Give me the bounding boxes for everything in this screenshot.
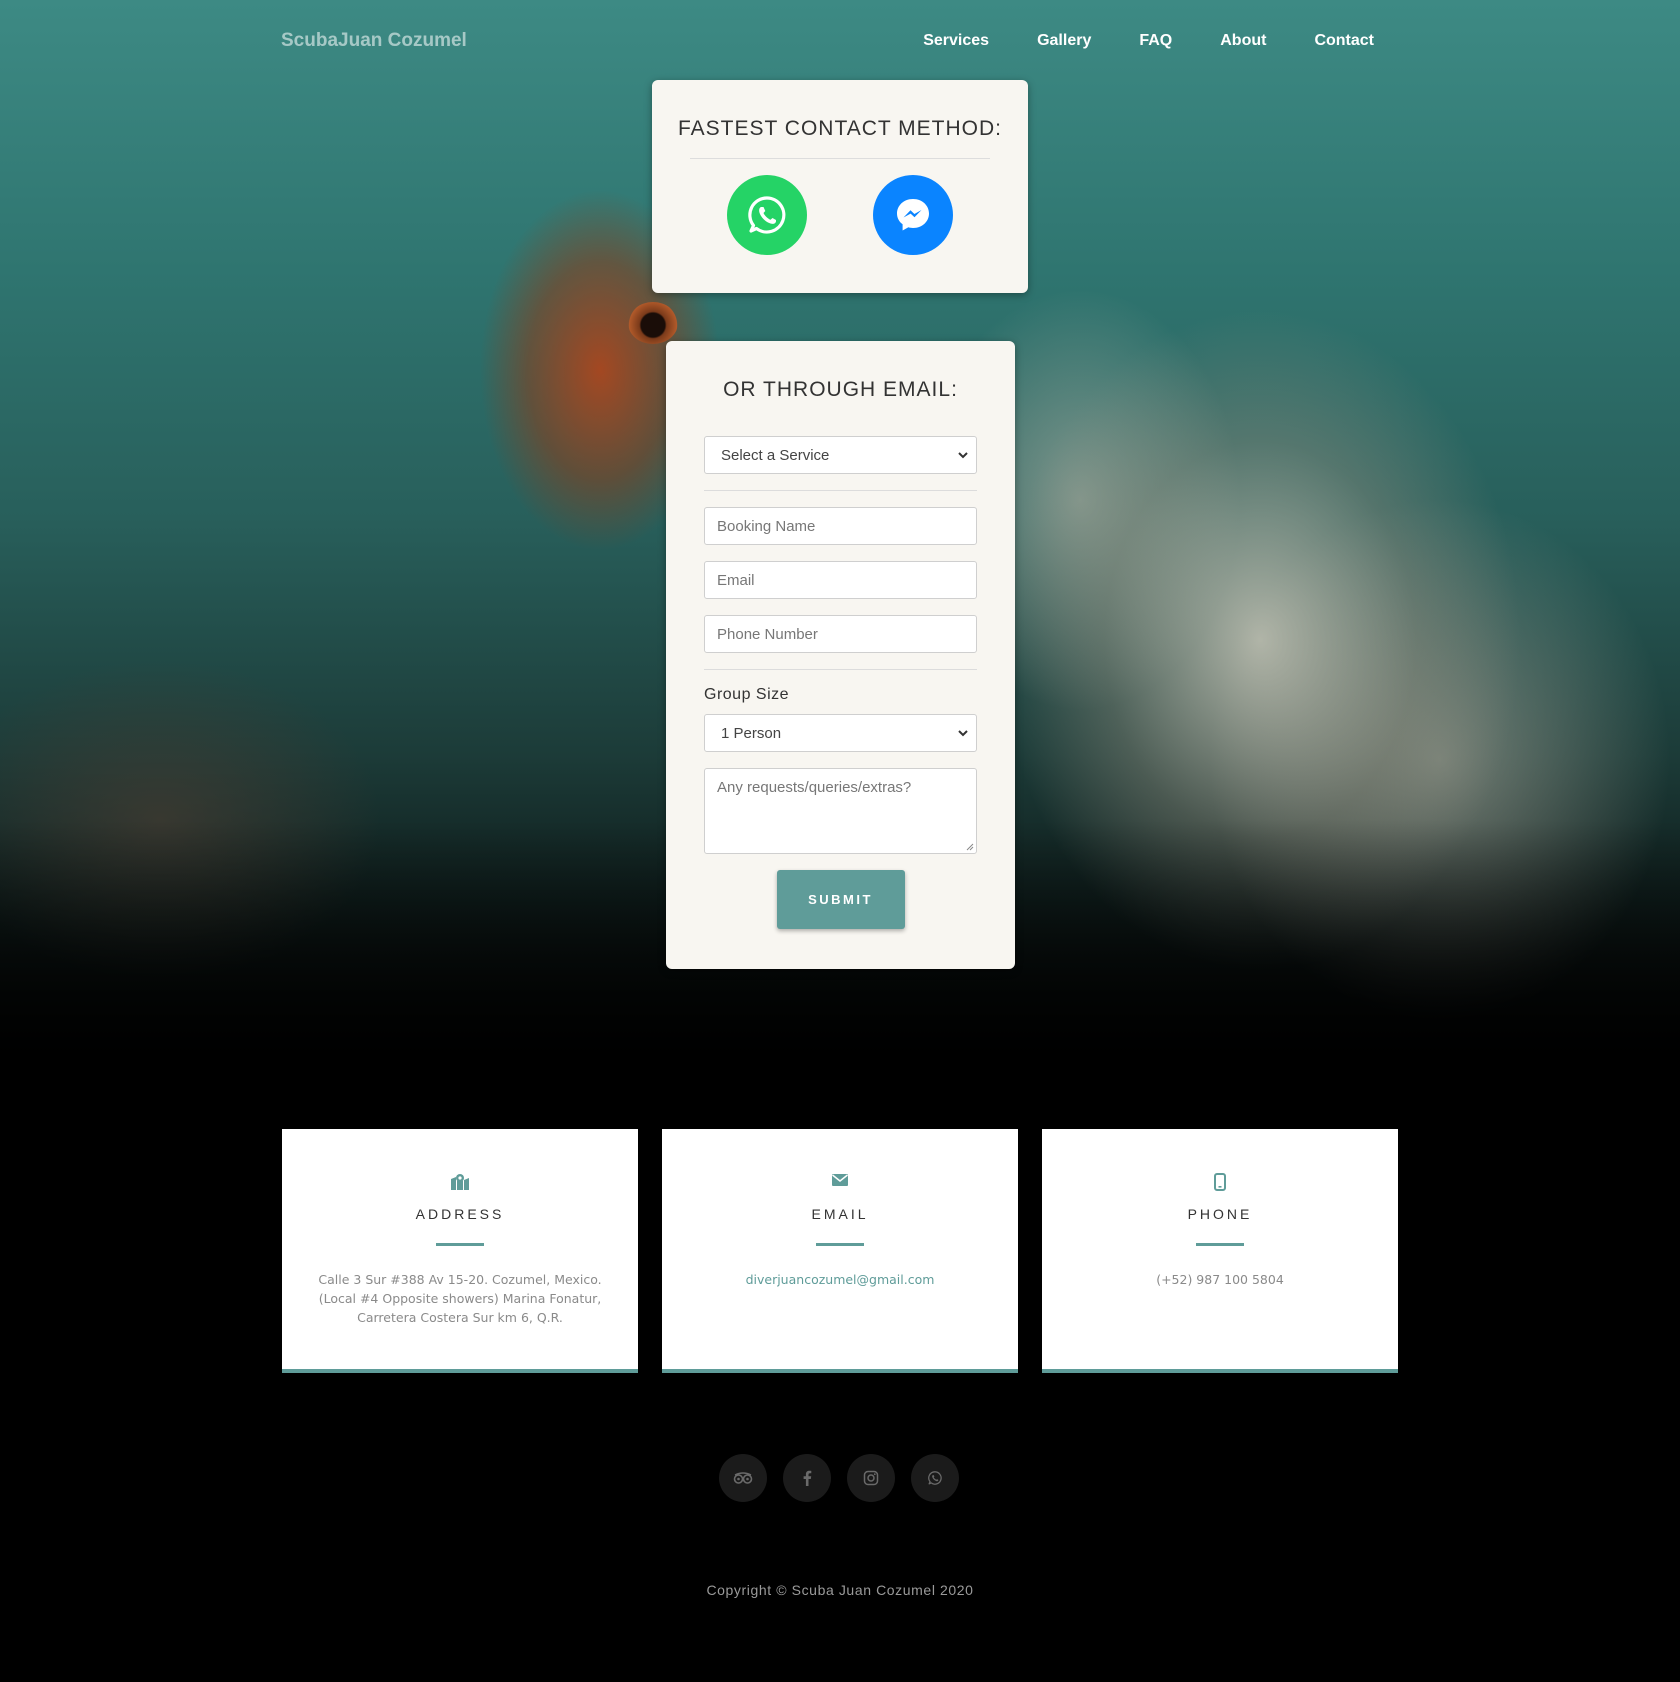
whatsapp-link[interactable] bbox=[911, 1454, 959, 1502]
nav-about[interactable]: About bbox=[1220, 32, 1266, 50]
service-select[interactable]: Select a Service bbox=[704, 436, 977, 474]
accent-bar bbox=[436, 1243, 484, 1246]
whatsapp-icon bbox=[928, 1471, 942, 1485]
divider bbox=[704, 490, 977, 491]
instagram-link[interactable] bbox=[847, 1454, 895, 1502]
map-icon bbox=[451, 1174, 469, 1190]
divider bbox=[690, 158, 990, 159]
envelope-icon bbox=[832, 1174, 848, 1186]
social-links bbox=[719, 1454, 959, 1502]
nav-services[interactable]: Services bbox=[923, 32, 989, 50]
fastest-contact-title: FASTEST CONTACT METHOD: bbox=[677, 117, 1003, 140]
facebook-icon bbox=[803, 1470, 812, 1486]
submit-button[interactable]: SUBMIT bbox=[776, 870, 905, 929]
requests-placeholder: Any requests/queries/extras? bbox=[717, 779, 912, 796]
main-nav: Services Gallery FAQ About Contact bbox=[923, 32, 1374, 50]
accent-bar bbox=[816, 1243, 864, 1246]
accent-bar bbox=[1196, 1243, 1244, 1246]
tripadvisor-icon bbox=[733, 1472, 753, 1484]
fastest-contact-card: FASTEST CONTACT METHOD: bbox=[652, 80, 1028, 293]
chevron-down-icon bbox=[958, 452, 968, 459]
nav-contact[interactable]: Contact bbox=[1314, 32, 1374, 50]
email-heading: EMAIL bbox=[811, 1206, 869, 1222]
requests-textarea[interactable]: Any requests/queries/extras? bbox=[704, 768, 977, 854]
service-select-value: Select a Service bbox=[721, 446, 830, 464]
chat-icons bbox=[652, 175, 1028, 255]
tripadvisor-link[interactable] bbox=[719, 1454, 767, 1502]
phone-card: PHONE (+52) 987 100 5804 bbox=[1042, 1129, 1398, 1373]
brand-logo[interactable]: ScubaJuan Cozumel bbox=[281, 30, 467, 52]
facebook-link[interactable] bbox=[783, 1454, 831, 1502]
copyright-text: Copyright © Scuba Juan Cozumel 2020 bbox=[706, 1582, 974, 1598]
fish-eye-decoration bbox=[628, 302, 678, 344]
whatsapp-button[interactable] bbox=[727, 175, 807, 255]
phone-text: (+52) 987 100 5804 bbox=[1156, 1272, 1284, 1287]
group-size-label: Group Size bbox=[704, 686, 790, 703]
messenger-icon bbox=[897, 199, 929, 231]
address-heading: ADDRESS bbox=[415, 1206, 505, 1222]
email-form-title: OR THROUGH EMAIL: bbox=[723, 378, 958, 401]
contact-form: Select a Service Booking Name Email Phon… bbox=[704, 436, 977, 929]
address-text: Calle 3 Sur #388 Av 15-20. Cozumel, Mexi… bbox=[318, 1272, 602, 1325]
divider bbox=[704, 669, 977, 670]
booking-name-input[interactable]: Booking Name bbox=[704, 507, 977, 545]
address-card: ADDRESS Calle 3 Sur #388 Av 15-20. Cozum… bbox=[282, 1129, 638, 1373]
chevron-down-icon bbox=[958, 730, 968, 737]
group-size-value: 1 Person bbox=[721, 724, 782, 742]
messenger-button[interactable] bbox=[873, 175, 953, 255]
nav-faq[interactable]: FAQ bbox=[1139, 32, 1172, 50]
group-size-select[interactable]: 1 Person bbox=[704, 714, 977, 752]
phone-heading: PHONE bbox=[1187, 1206, 1253, 1222]
nav-gallery[interactable]: Gallery bbox=[1037, 32, 1091, 50]
instagram-icon bbox=[863, 1470, 879, 1486]
email-link[interactable]: diverjuancozumel@gmail.com bbox=[686, 1270, 994, 1289]
mobile-phone-icon bbox=[1214, 1173, 1226, 1191]
email-card: EMAIL diverjuancozumel@gmail.com bbox=[662, 1129, 1018, 1373]
phone-input[interactable]: Phone Number bbox=[704, 615, 977, 653]
whatsapp-icon bbox=[748, 196, 786, 234]
email-input[interactable]: Email bbox=[704, 561, 977, 599]
email-form-card: OR THROUGH EMAIL: Select a Service Booki… bbox=[666, 341, 1015, 969]
resize-handle-icon[interactable] bbox=[966, 843, 974, 851]
